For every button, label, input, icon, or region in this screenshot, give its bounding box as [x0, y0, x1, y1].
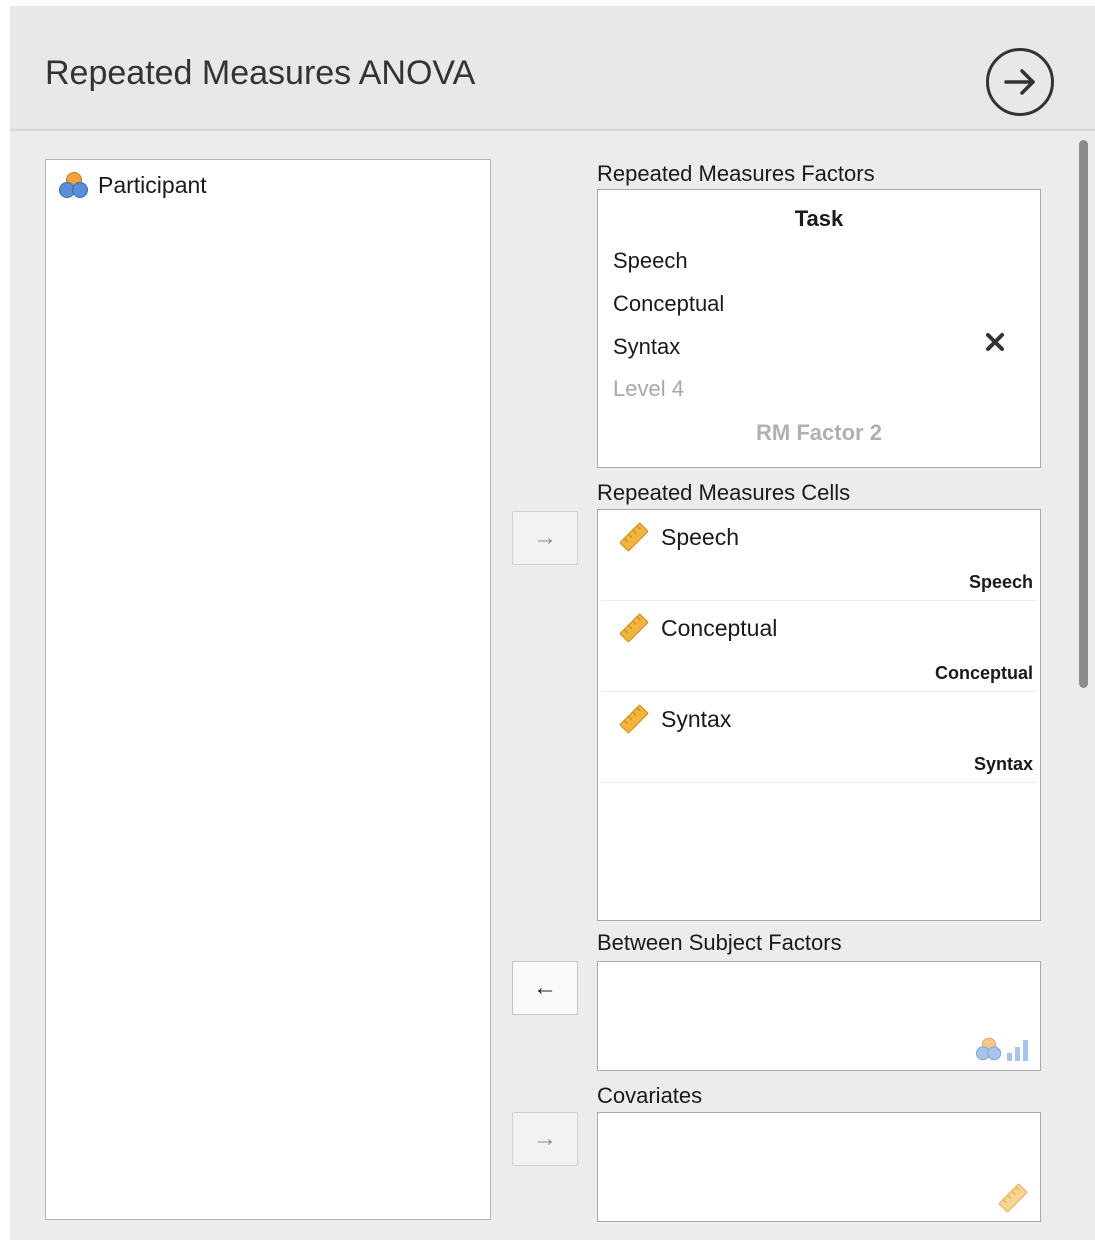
rm-factors-label: Repeated Measures Factors	[597, 161, 875, 186]
scrollbar[interactable]	[1076, 136, 1090, 1240]
cell-variable-name: Syntax	[661, 705, 732, 732]
rm-level-3[interactable]: Syntax	[613, 334, 680, 360]
cell-variable-name: Speech	[661, 523, 740, 550]
list-item[interactable]: Participant	[58, 170, 207, 200]
allowed-types-hint	[996, 1183, 1030, 1213]
between-subject-box[interactable]	[597, 961, 1041, 1071]
rm-cell[interactable]: Conceptual Conceptual	[601, 601, 1037, 692]
panel-header: Repeated Measures ANOVA	[10, 6, 1095, 131]
rm-level-2[interactable]: Conceptual	[613, 291, 724, 317]
allowed-types-hint	[975, 1036, 1030, 1062]
arrow-circle-right-icon	[1004, 69, 1035, 95]
covariates-label: Covariates	[597, 1083, 703, 1108]
rm-factor-name[interactable]: Task	[598, 206, 1040, 232]
rm-cells-label: Repeated Measures Cells	[597, 480, 851, 505]
scroll-thumb[interactable]	[1079, 140, 1088, 688]
nominal-variable-icon	[59, 172, 88, 198]
covariates-box[interactable]	[597, 1112, 1041, 1222]
page-title: Repeated Measures ANOVA	[45, 54, 476, 92]
rm-factors-box[interactable]: Task Speech Conceptual Syntax Level 4 RM…	[597, 189, 1041, 468]
rm-cells-box[interactable]: Speech Speech Conceptual Conceptual Synt…	[597, 509, 1041, 921]
assign-covariates-button[interactable]: →	[512, 1112, 578, 1166]
assign-cells-button[interactable]: →	[512, 511, 578, 565]
scale-variable-icon	[998, 1183, 1028, 1213]
rm-level-1[interactable]: Speech	[613, 248, 688, 274]
rm-cell[interactable]: Syntax Syntax	[601, 692, 1037, 783]
cell-level-label: Conceptual	[934, 663, 1033, 683]
nominal-variable-icon	[976, 1037, 1002, 1061]
variable-list[interactable]: Participant	[45, 159, 491, 1220]
cell-variable-name: Conceptual	[661, 614, 778, 641]
cell-level-label: Speech	[968, 572, 1033, 592]
scale-variable-icon	[619, 704, 649, 734]
scale-variable-icon	[619, 613, 649, 643]
close-x-icon[interactable]	[984, 331, 1006, 353]
rm-factor-placeholder[interactable]: RM Factor 2	[598, 420, 1040, 446]
between-subject-label: Between Subject Factors	[597, 930, 842, 955]
ordinal-variable-icon	[1007, 1040, 1028, 1061]
scale-variable-icon	[619, 522, 649, 552]
unassign-between-button[interactable]: ←	[512, 961, 578, 1015]
analysis-panel: Repeated Measures ANOVA Participant Repe…	[10, 6, 1095, 1240]
variable-name: Participant	[98, 171, 207, 198]
cell-level-label: Syntax	[973, 754, 1033, 774]
rm-level-placeholder[interactable]: Level 4	[613, 376, 684, 402]
rm-cell[interactable]: Speech Speech	[601, 510, 1037, 601]
run-analysis-button[interactable]	[986, 48, 1054, 116]
